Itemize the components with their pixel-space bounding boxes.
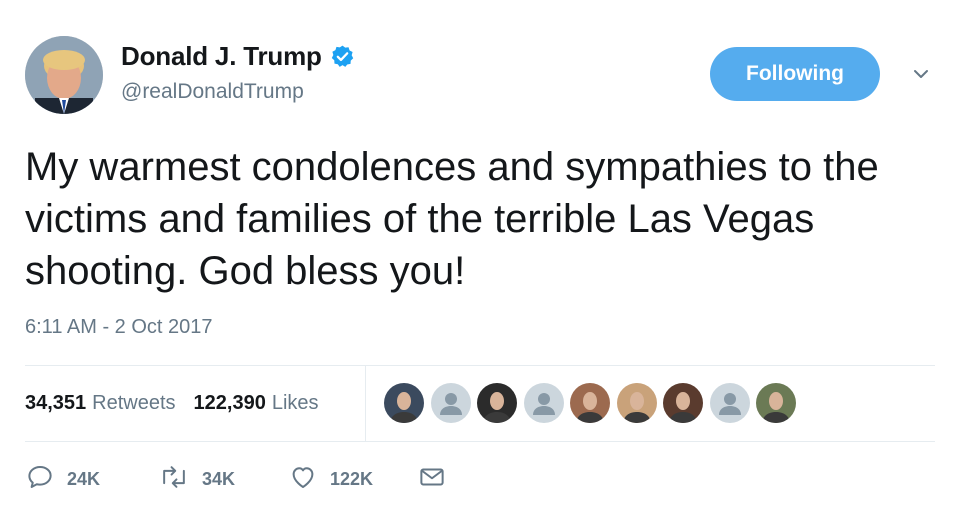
retweet-icon: [158, 462, 190, 497]
stats-separator: [365, 366, 366, 441]
envelope-icon: [417, 462, 447, 497]
liker-avatar[interactable]: [570, 383, 610, 423]
retweet-count: 34K: [202, 468, 236, 489]
verified-badge-icon: [330, 44, 355, 69]
retweets-label[interactable]: Retweets: [92, 392, 175, 415]
author-avatar[interactable]: [25, 36, 103, 114]
default-avatar-icon: [718, 393, 741, 415]
tweet-timestamp[interactable]: 6:11 AM - 2 Oct 2017: [25, 316, 213, 339]
direct-message-action[interactable]: [417, 463, 447, 495]
following-button[interactable]: Following: [710, 47, 880, 101]
liker-avatar[interactable]: [663, 383, 703, 423]
user-photo-icon: [663, 383, 703, 423]
liker-avatars: [384, 383, 803, 423]
default-avatar-icon: [532, 393, 555, 415]
heart-icon: [288, 462, 318, 497]
author-name[interactable]: Donald J. Trump: [121, 41, 322, 72]
default-avatar-icon: [439, 393, 462, 415]
user-photo-icon: [477, 383, 517, 423]
user-photo-icon: [616, 383, 657, 423]
tweet-card: Donald J. Trump @realDonaldTrump Followi…: [0, 0, 980, 527]
reply-count: 24K: [67, 468, 101, 489]
author-handle[interactable]: @realDonaldTrump: [121, 80, 304, 104]
reply-action[interactable]: 24K: [25, 463, 100, 495]
tweet-stats: 34,351 Retweets 122,390 Likes: [25, 390, 319, 416]
liker-avatar[interactable]: [616, 383, 657, 423]
retweet-action[interactable]: 34K: [158, 463, 235, 495]
author-name-row[interactable]: Donald J. Trump: [121, 41, 355, 71]
divider-top: [25, 365, 935, 366]
liker-avatar[interactable]: [523, 383, 564, 423]
liker-avatar[interactable]: [477, 383, 517, 423]
liker-avatar[interactable]: [384, 383, 424, 423]
reply-icon: [25, 462, 55, 497]
like-action[interactable]: 122K: [288, 463, 373, 495]
divider-bottom: [25, 441, 935, 442]
liker-avatar[interactable]: [709, 383, 750, 423]
likes-label[interactable]: Likes: [272, 392, 319, 415]
tweet-text: My warmest condolences and sympathies to…: [25, 145, 879, 293]
user-photo-icon: [384, 383, 424, 423]
like-count: 122K: [330, 468, 374, 489]
retweets-count[interactable]: 34,351: [25, 392, 86, 415]
user-photo-icon: [756, 383, 796, 423]
likes-count[interactable]: 122,390: [194, 392, 266, 415]
chevron-down-icon[interactable]: [909, 66, 933, 84]
profile-photo-icon: [25, 36, 103, 114]
liker-avatar[interactable]: [430, 383, 471, 423]
user-photo-icon: [570, 383, 610, 423]
liker-avatar[interactable]: [756, 383, 796, 423]
